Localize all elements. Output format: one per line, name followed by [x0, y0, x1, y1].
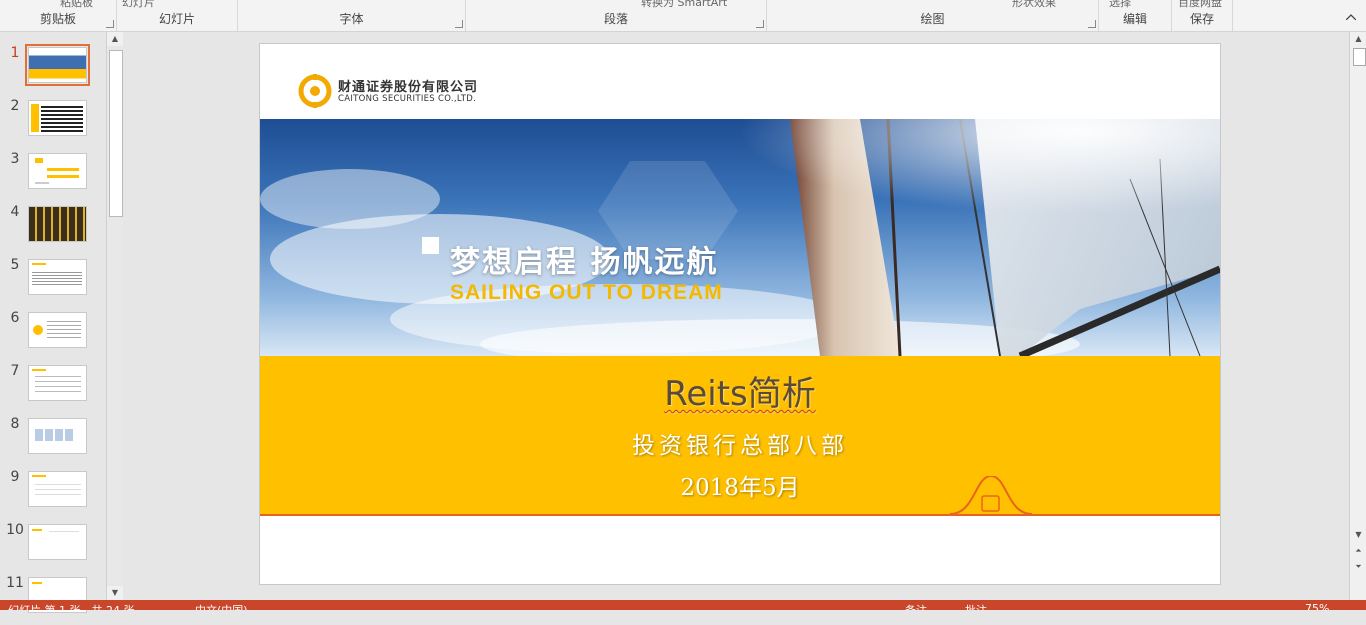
slide-thumbnail-item[interactable]: 7: [0, 363, 104, 413]
ribbon-partial-new-slide[interactable]: 幻灯片: [122, 0, 155, 10]
ribbon-group-label: 保存: [1189, 12, 1214, 26]
slide-thumbnail-number: 2: [10, 98, 20, 114]
presentation-date[interactable]: 2018年5月: [260, 468, 1220, 502]
ribbon-group-label: 段落: [603, 12, 628, 26]
ribbon-partial-select[interactable]: 选择: [1109, 0, 1131, 10]
scroll-down-icon[interactable]: ▼: [1350, 528, 1366, 542]
slide-title-text[interactable]: Reits简析: [664, 374, 816, 414]
sail-photo-illustration: [260, 119, 1220, 356]
ribbon-group-slides: 幻灯片 幻灯片: [117, 0, 238, 31]
slide-thumbnail-preview[interactable]: [28, 418, 87, 454]
company-name-cn: 财通证券股份有限公司: [338, 80, 479, 95]
comments-button[interactable]: 批注: [965, 602, 987, 610]
ribbon: 粘贴板 剪贴板 幻灯片 幻灯片 字体 转换为 SmartArt 段落 形状效果 …: [0, 0, 1366, 32]
slogan-english: SAILING OUT TO DREAM: [450, 281, 723, 304]
slide-thumbnail-number: 11: [6, 575, 24, 591]
ribbon-group-label: 剪贴板: [39, 12, 76, 26]
slide-thumbnail-number: 6: [10, 310, 20, 326]
ribbon-partial-shape-effects[interactable]: 形状效果: [1012, 0, 1056, 10]
ribbon-group-clipboard: 粘贴板 剪贴板: [0, 0, 117, 31]
ribbon-group-editing: 选择 编辑: [1099, 0, 1172, 31]
slide-title[interactable]: Reits简析: [260, 366, 1220, 415]
slide-thumbnail-preview[interactable]: [28, 471, 87, 507]
slide-thumbnail-number: 9: [10, 469, 20, 485]
slide-thumbnail-preview[interactable]: [28, 524, 87, 560]
slide-thumbnail-number: 1: [10, 45, 20, 61]
dialog-launcher-icon[interactable]: [106, 20, 114, 28]
company-logo: 财通证券股份有限公司 CAITONG SECURITIES CO.,LTD.: [298, 74, 477, 108]
slide-thumbnail-preview[interactable]: [28, 206, 87, 242]
notes-button[interactable]: 备注: [905, 602, 927, 610]
slide-thumbnail-number: 7: [10, 363, 20, 379]
dialog-launcher-icon[interactable]: [756, 20, 764, 28]
slogan-chinese: 梦想启程 扬帆远航: [450, 245, 719, 280]
ribbon-partial-baidu[interactable]: 百度网盘: [1178, 0, 1222, 10]
scroll-up-icon[interactable]: ▲: [1350, 32, 1366, 46]
dialog-launcher-icon[interactable]: [1088, 20, 1096, 28]
collapse-ribbon-icon[interactable]: [1346, 14, 1356, 20]
slide-thumbnail-preview[interactable]: [28, 312, 87, 348]
slide-canvas[interactable]: 财通证券股份有限公司 CAITONG SECURITIES CO.,LTD. 梦…: [259, 43, 1221, 585]
zoom-level[interactable]: 75%: [1305, 602, 1329, 610]
ribbon-group-font: 字体: [238, 0, 466, 31]
department-subtitle[interactable]: 投资银行总部八部: [260, 426, 1220, 460]
slide-thumbnail-item[interactable]: 2: [0, 98, 104, 148]
slide-thumbnail-item[interactable]: 9: [0, 469, 104, 519]
scrollbar-thumb[interactable]: [109, 50, 123, 217]
company-name-en: CAITONG SECURITIES CO.,LTD.: [338, 94, 477, 104]
slide-thumbnail-preview[interactable]: [28, 365, 87, 401]
scrollbar-thumb[interactable]: [1353, 48, 1366, 66]
decorative-hump-shape[interactable]: [950, 476, 1032, 516]
slide-thumbnail-number: 10: [6, 522, 24, 538]
sailing-banner-image: 梦想启程 扬帆远航 SAILING OUT TO DREAM: [260, 119, 1220, 356]
slide-thumbnail-preview[interactable]: [28, 153, 87, 189]
slide-thumbnail-preview[interactable]: [28, 259, 87, 295]
ribbon-group-label: 绘图: [920, 12, 945, 26]
slogan-bullet-square: [422, 237, 439, 254]
language-status[interactable]: 中文(中国): [195, 602, 248, 610]
status-bar: 幻灯片 第 1 张，共 24 张 中文(中国) 备注 批注 75%: [0, 600, 1366, 610]
thumbnail-scrollbar[interactable]: ▲ ▼: [106, 32, 123, 600]
slide-count-status: 幻灯片 第 1 张，共 24 张: [8, 602, 134, 610]
slide-thumbnail-number: 4: [10, 204, 20, 220]
dialog-launcher-icon[interactable]: [455, 20, 463, 28]
ribbon-partial-paste[interactable]: 粘贴板: [60, 0, 93, 10]
slide-thumbnail-item[interactable]: 1: [0, 44, 104, 95]
slide-thumbnail-preview[interactable]: [25, 44, 90, 86]
ribbon-group-save: 百度网盘 保存: [1172, 0, 1233, 31]
ribbon-group-label: 幻灯片: [158, 12, 195, 26]
slide-thumbnail-item[interactable]: 10: [0, 522, 104, 572]
editor-scrollbar[interactable]: ▲ ▼ ⏶ ⏷: [1349, 32, 1366, 600]
title-band: Reits简析 投资银行总部八部 2018年5月: [260, 356, 1220, 516]
ribbon-group-drawing: 形状效果 绘图: [767, 0, 1099, 31]
slide-thumbnail-number: 5: [10, 257, 20, 273]
slide-thumbnail-item[interactable]: 6: [0, 310, 104, 360]
previous-slide-icon[interactable]: ⏶: [1350, 544, 1366, 558]
slide-thumbnail-preview[interactable]: [28, 100, 87, 136]
slide-thumbnail-item[interactable]: 3: [0, 151, 104, 201]
slide-thumbnail-pane: 1 2 3 4 5 6 7 8 9 10 11: [0, 32, 123, 613]
slide-thumbnail-number: 8: [10, 416, 20, 432]
slide-thumbnail-item[interactable]: 4: [0, 204, 104, 254]
next-slide-icon[interactable]: ⏷: [1350, 560, 1366, 574]
ribbon-group-label: 编辑: [1122, 12, 1147, 26]
ribbon-partial-smartart[interactable]: 转换为 SmartArt: [641, 0, 727, 10]
slide-thumbnail-number: 3: [10, 151, 20, 167]
ribbon-group-paragraph: 转换为 SmartArt 段落: [466, 0, 767, 31]
scroll-down-icon[interactable]: ▼: [107, 586, 123, 600]
slide-thumbnail-item[interactable]: 5: [0, 257, 104, 307]
ribbon-group-label: 字体: [339, 12, 364, 26]
company-logo-icon: [298, 74, 332, 108]
scroll-up-icon[interactable]: ▲: [107, 32, 123, 46]
slide-thumbnail-item[interactable]: 8: [0, 416, 104, 466]
